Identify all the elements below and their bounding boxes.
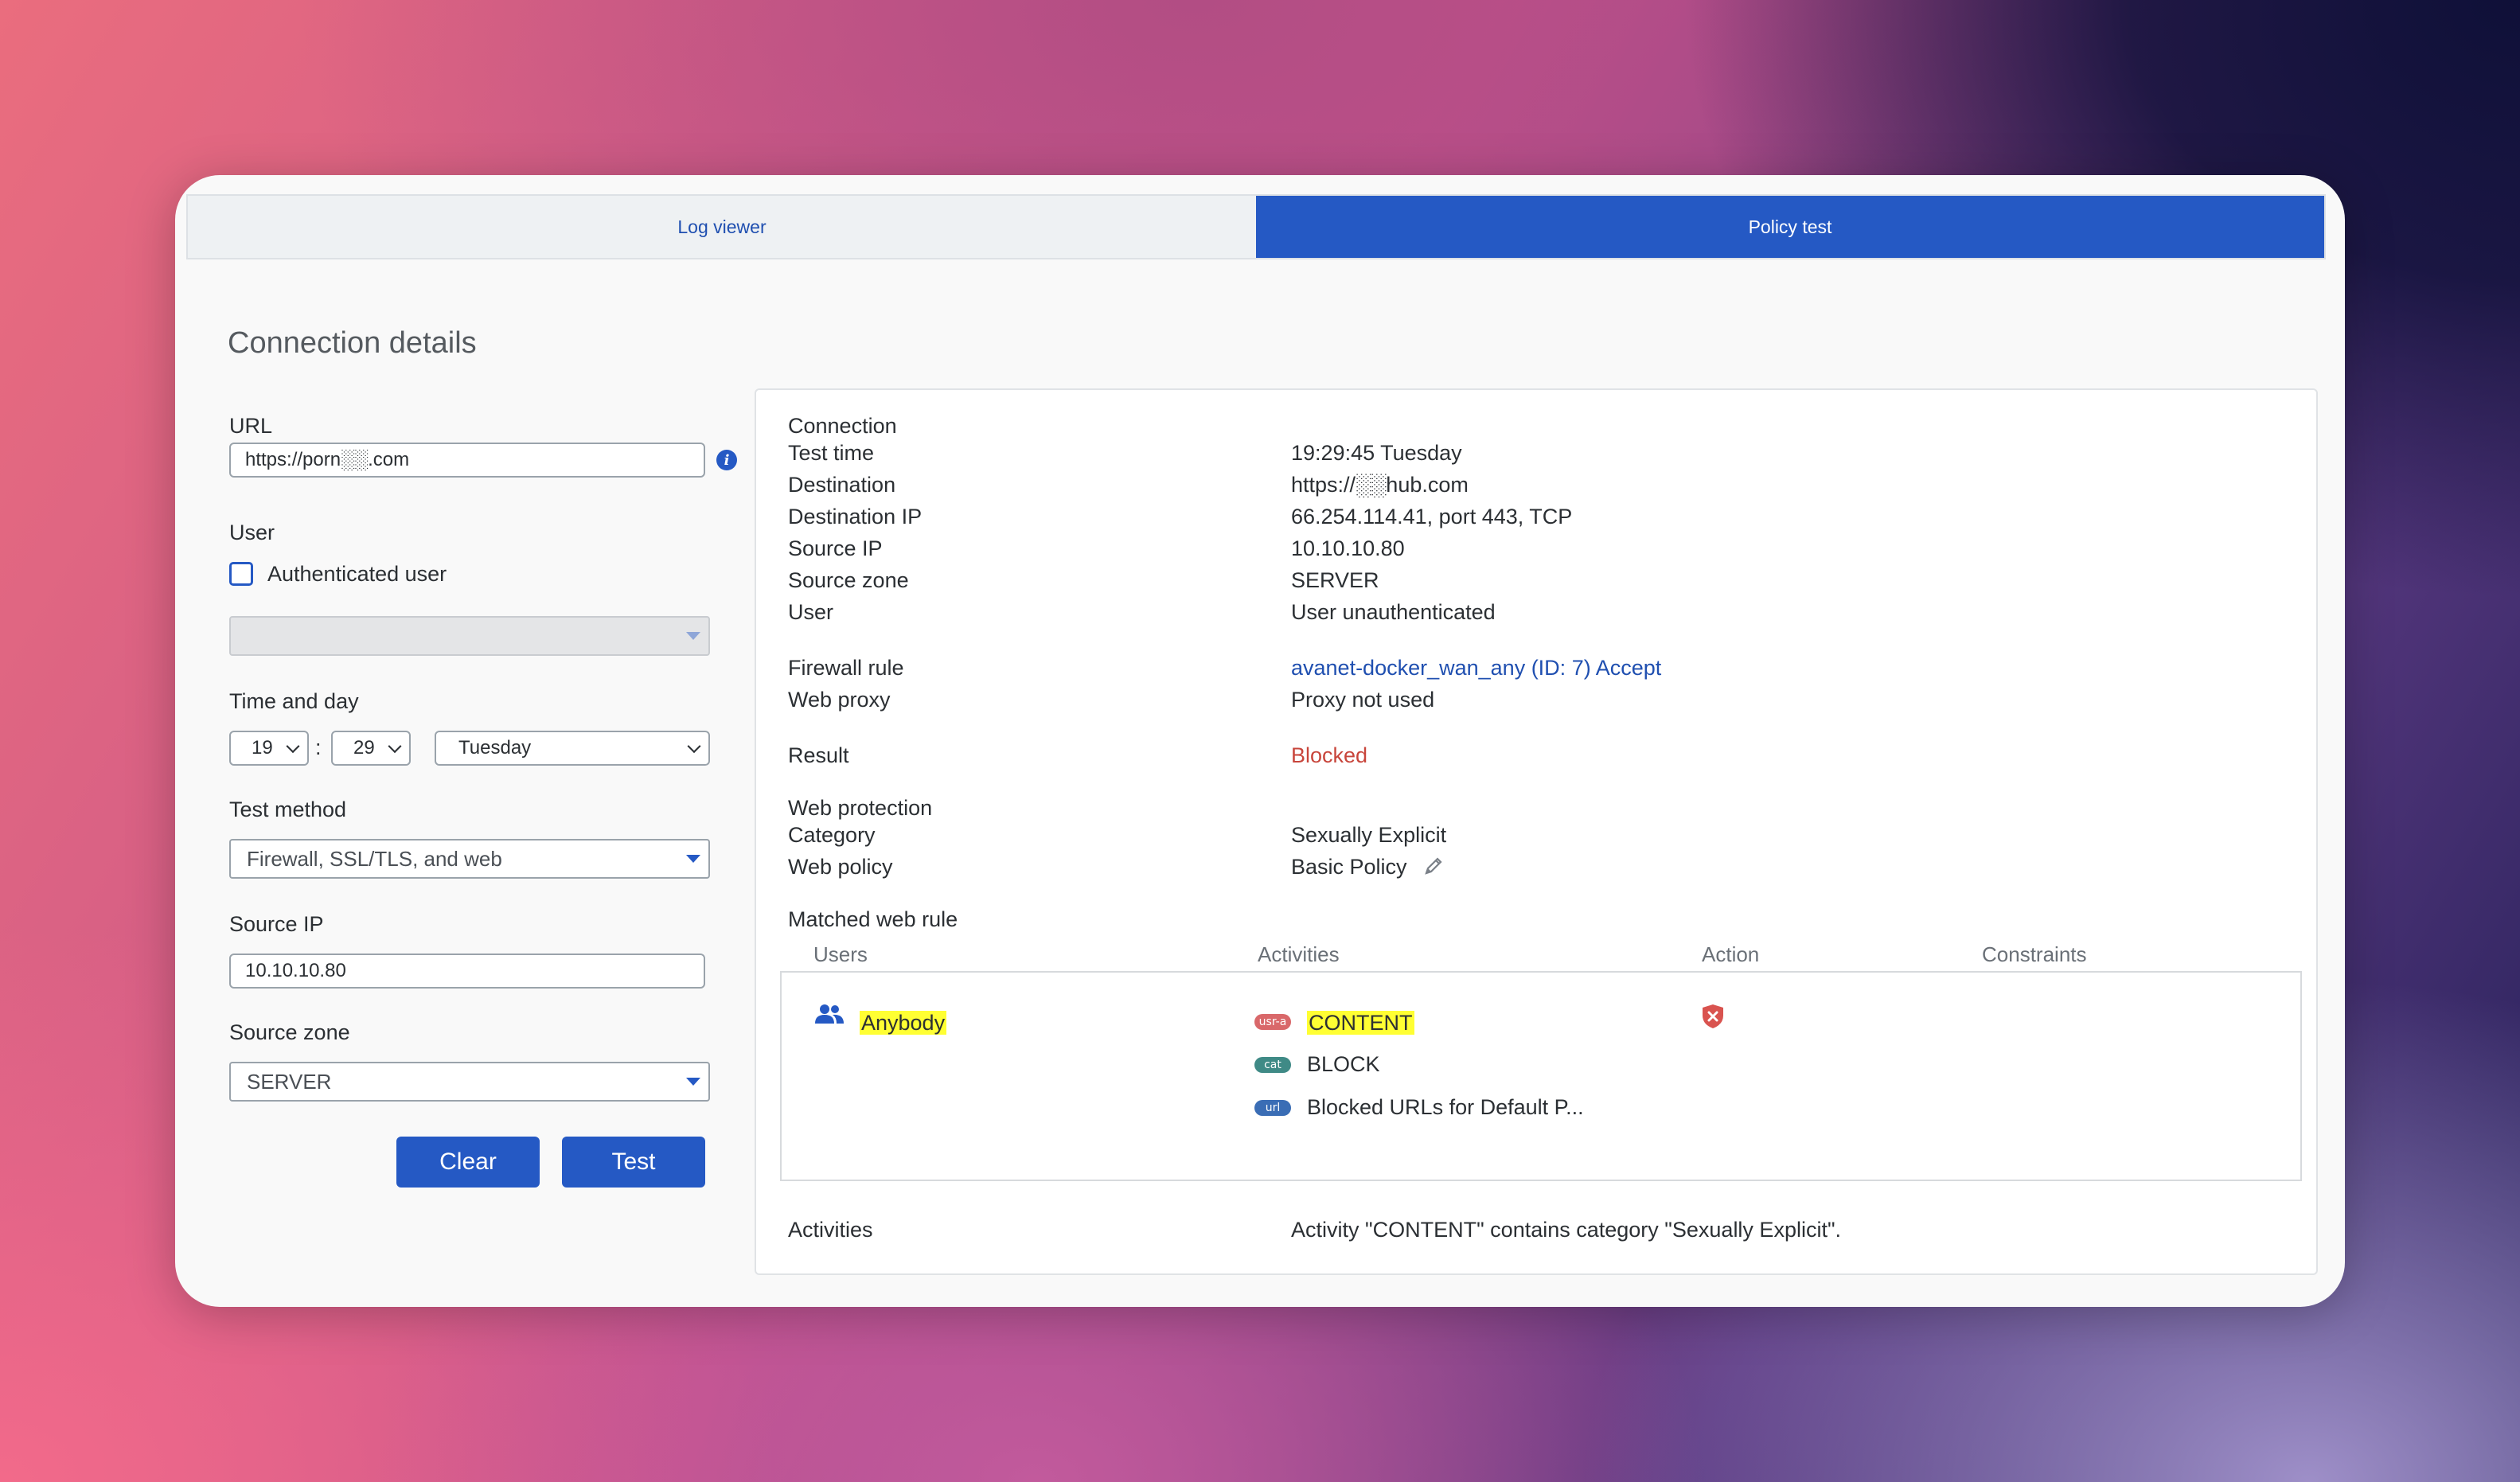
col-users: Users: [813, 942, 868, 966]
web-policy-key: Web policy: [788, 855, 893, 879]
source-ip-input[interactable]: 10.10.10.80: [229, 954, 705, 989]
source-zone-value: SERVER: [247, 1069, 332, 1094]
chevron-down-icon: [286, 739, 300, 754]
web-policy-name: Basic Policy: [1291, 855, 1407, 879]
web-proxy-value: Proxy not used: [1291, 688, 1435, 712]
result-value: Blocked: [1291, 743, 1368, 767]
web-proxy-key: Web proxy: [788, 688, 891, 712]
source-ip-label: Source IP: [229, 912, 324, 936]
page-title: Connection details: [228, 326, 477, 360]
web-protection-heading: Web protection: [788, 796, 933, 820]
source-zone-select[interactable]: SERVER: [229, 1062, 710, 1102]
result-panel: Connection Test time 19:29:45 Tuesday De…: [755, 388, 2318, 1275]
destination-ip-value: 66.254.114.41, port 443, TCP: [1291, 505, 1573, 528]
test-time-value: 19:29:45 Tuesday: [1291, 441, 1462, 465]
destination-key: Destination: [788, 473, 896, 497]
user-select[interactable]: [229, 616, 710, 656]
caret-down-icon: [686, 1078, 700, 1086]
block-shield-icon: [1703, 1004, 1723, 1028]
user-label: User: [229, 521, 275, 544]
url-label: URL: [229, 414, 273, 438]
source-ip-key: Source IP: [788, 536, 883, 560]
usr-tag-icon: usr-a: [1254, 1014, 1291, 1030]
rule-user-label: Anybody: [860, 1011, 947, 1035]
authenticated-user-checkbox[interactable]: [229, 562, 253, 586]
source-zone-value: SERVER: [1291, 568, 1379, 592]
test-method-value: Firewall, SSL/TLS, and web: [247, 846, 502, 871]
category-value: Sexually Explicit: [1291, 823, 1447, 847]
caret-down-icon: [686, 855, 700, 863]
destination-ip-key: Destination IP: [788, 505, 923, 528]
pencil-icon[interactable]: [1422, 855, 1445, 877]
result-key: Result: [788, 743, 849, 767]
chevron-down-icon: [388, 739, 402, 754]
authenticated-user-label: Authenticated user: [267, 562, 447, 586]
caret-down-icon: [686, 632, 700, 640]
day-select[interactable]: Tuesday: [435, 731, 710, 766]
destination-value: https://░░hub.com: [1291, 473, 1469, 497]
tab-policy-test[interactable]: Policy test: [1256, 196, 2324, 258]
rule-user: Anybody: [860, 1011, 947, 1035]
tab-log-viewer[interactable]: Log viewer: [188, 196, 1256, 258]
activities-value: Activity "CONTENT" contains category "Se…: [1291, 1218, 1842, 1242]
matched-rule-heading: Matched web rule: [788, 907, 958, 931]
url-tag-icon: url: [1254, 1100, 1291, 1116]
firewall-rule-key: Firewall rule: [788, 656, 904, 680]
col-constraints: Constraints: [1982, 942, 2087, 966]
category-key: Category: [788, 823, 876, 847]
tab-bar: Log viewer Policy test: [186, 194, 2326, 259]
cat-tag-icon: cat: [1254, 1057, 1291, 1073]
time-separator: :: [315, 735, 322, 759]
source-ip-value: 10.10.10.80: [1291, 536, 1405, 560]
chevron-down-icon: [687, 739, 701, 754]
test-time-key: Test time: [788, 441, 875, 465]
activities-key: Activities: [788, 1218, 873, 1242]
activity-1: CONTENT: [1307, 1011, 1414, 1035]
firewall-rule-link[interactable]: avanet-docker_wan_any (ID: 7) Accept: [1291, 656, 1661, 681]
activity-1-label: CONTENT: [1307, 1011, 1414, 1035]
col-action: Action: [1702, 942, 1760, 966]
day-value: Tuesday: [458, 737, 532, 759]
test-method-label: Test method: [229, 798, 347, 821]
matched-rule-table: Anybody usr-a CONTENT cat BLOCK url Bloc…: [780, 971, 2302, 1181]
hour-value: 19: [252, 737, 273, 759]
activity-3: Blocked URLs for Default P...: [1307, 1095, 1584, 1119]
source-zone-key: Source zone: [788, 568, 909, 592]
time-label: Time and day: [229, 689, 359, 713]
hour-select[interactable]: 19: [229, 731, 309, 766]
policy-test-window: Log viewer Policy test Connection detail…: [175, 175, 2345, 1307]
activity-2: BLOCK: [1307, 1052, 1380, 1076]
minute-value: 29: [353, 737, 375, 759]
col-activities: Activities: [1258, 942, 1340, 966]
test-method-select[interactable]: Firewall, SSL/TLS, and web: [229, 839, 710, 879]
connection-heading: Connection: [788, 414, 897, 438]
url-input[interactable]: https://porn░░.com: [229, 443, 705, 478]
clear-button[interactable]: Clear: [396, 1137, 540, 1188]
minute-select[interactable]: 29: [331, 731, 411, 766]
web-policy-value: Basic Policy: [1291, 855, 1445, 879]
users-icon: [815, 1004, 844, 1024]
test-button[interactable]: Test: [562, 1137, 705, 1188]
info-icon[interactable]: i: [716, 450, 737, 470]
user-value: User unauthenticated: [1291, 600, 1496, 624]
source-zone-label: Source zone: [229, 1020, 350, 1044]
user-key: User: [788, 600, 834, 624]
